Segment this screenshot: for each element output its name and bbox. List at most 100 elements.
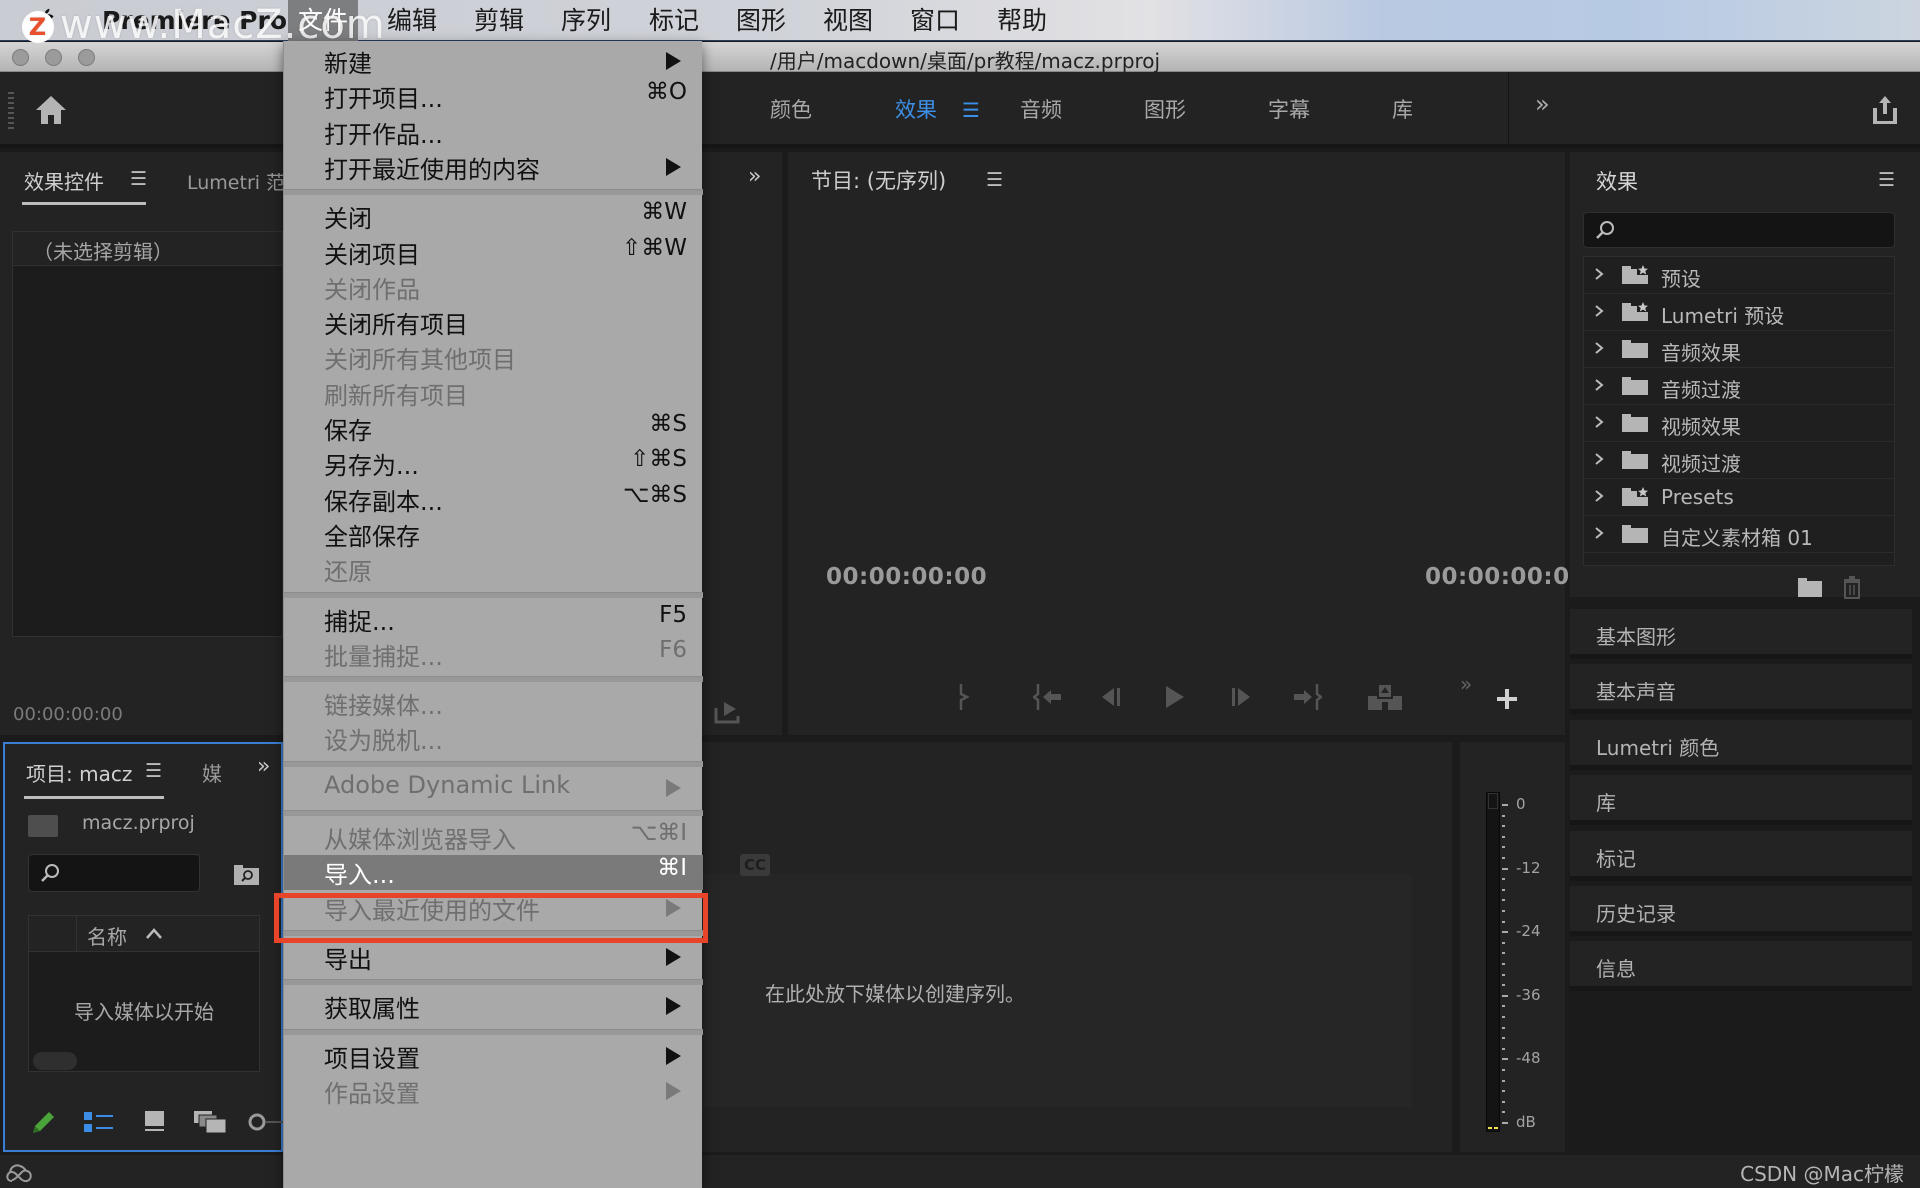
menu-window[interactable]: 窗口: [900, 0, 970, 41]
menu-item[interactable]: 另存为... ⇧⌘S: [284, 446, 703, 481]
collapsed-panel[interactable]: 基本图形: [1570, 609, 1912, 659]
effects-tree-item[interactable]: Lumetri 预设: [1584, 294, 1894, 331]
export-frame-icon[interactable]: [714, 700, 742, 724]
zoom-window-button[interactable]: [78, 49, 95, 66]
peak-indicator[interactable]: [1488, 793, 1498, 809]
menu-sequence[interactable]: 序列: [551, 0, 621, 41]
collapsed-panel[interactable]: 标记: [1570, 831, 1912, 881]
menu-item[interactable]: 保存副本... ⌥⌘S: [284, 482, 703, 517]
step-back-icon[interactable]: [1098, 682, 1124, 712]
workspace-tab-audio[interactable]: 音频: [1020, 94, 1062, 124]
zoom-slider[interactable]: [247, 1108, 283, 1136]
panel-overflow-button[interactable]: »: [257, 754, 270, 779]
menu-item[interactable]: 捕捉... F5: [284, 602, 703, 637]
chevron-right-icon[interactable]: [1594, 304, 1604, 318]
collapsed-panel[interactable]: 信息: [1570, 941, 1912, 991]
menu-item[interactable]: 导出: [284, 940, 703, 975]
menu-item[interactable]: 关闭所有项目: [284, 305, 703, 340]
menu-item[interactable]: 全部保存: [284, 517, 703, 552]
menu-item[interactable]: 打开项目... ⌘O: [284, 79, 703, 114]
horizontal-scrollbar[interactable]: [33, 1052, 77, 1070]
workspace-tab-libraries[interactable]: 库: [1392, 94, 1413, 124]
chevron-right-icon[interactable]: [1594, 489, 1604, 503]
chevron-right-icon[interactable]: [1594, 415, 1604, 429]
menu-item[interactable]: 打开最近使用的内容: [284, 150, 703, 185]
effects-tree-item[interactable]: 音频过渡: [1584, 368, 1894, 405]
menu-markers[interactable]: 标记: [639, 0, 709, 41]
effects-tree-item[interactable]: 视频效果: [1584, 405, 1894, 442]
creative-cloud-icon[interactable]: [4, 1161, 34, 1185]
minimize-window-button[interactable]: [45, 49, 62, 66]
step-forward-icon[interactable]: [1228, 682, 1254, 712]
effects-tree-item[interactable]: Presets: [1584, 479, 1894, 516]
menu-edit[interactable]: 编辑: [377, 0, 447, 41]
playhead-timecode[interactable]: 00:00:00:00: [826, 564, 987, 590]
collapsed-panel[interactable]: 历史记录: [1570, 886, 1912, 936]
menu-graphics[interactable]: 图形: [726, 0, 796, 41]
panel-menu-icon[interactable]: ☰: [1878, 169, 1895, 191]
workspace-tab-graphics[interactable]: 图形: [1144, 94, 1186, 124]
project-search-input[interactable]: [28, 854, 200, 892]
collapsed-panel[interactable]: 库: [1570, 775, 1912, 825]
button-overflow-icon[interactable]: »: [1460, 672, 1472, 696]
effects-tree-item[interactable]: 视频过渡: [1584, 442, 1894, 479]
go-to-out-icon[interactable]: [1290, 682, 1322, 712]
freeform-view-icon[interactable]: [193, 1108, 229, 1136]
panel-menu-icon[interactable]: ☰: [145, 760, 162, 782]
panel-menu-icon[interactable]: ☰: [986, 169, 1003, 191]
menu-item[interactable]: 关闭项目 ⇧⌘W: [284, 235, 703, 270]
effects-search-input[interactable]: [1583, 212, 1895, 248]
chevron-right-icon[interactable]: [1594, 341, 1604, 355]
column-separator[interactable]: [76, 916, 77, 952]
lift-icon[interactable]: [1366, 682, 1404, 712]
drag-grip-icon[interactable]: [8, 92, 14, 130]
captions-icon[interactable]: CC: [740, 854, 770, 876]
effects-panel-title[interactable]: 效果: [1596, 166, 1638, 196]
menu-view[interactable]: 视图: [813, 0, 883, 41]
menu-item[interactable]: 新建: [284, 44, 703, 79]
find-bin-icon[interactable]: [233, 864, 260, 886]
list-view-icon[interactable]: [83, 1108, 115, 1136]
menu-clip[interactable]: 剪辑: [464, 0, 534, 41]
menu-item[interactable]: 获取属性: [284, 989, 703, 1024]
effects-tree-item[interactable]: 预设: [1584, 257, 1894, 294]
pencil-icon[interactable]: [29, 1108, 57, 1136]
mark-out-icon[interactable]: [958, 682, 972, 712]
column-header-name[interactable]: 名称: [87, 921, 127, 950]
effects-tree-item[interactable]: 自定义素材箱 01: [1584, 516, 1894, 553]
icon-view-icon[interactable]: [143, 1108, 167, 1136]
panel-menu-icon[interactable]: ☰: [130, 168, 147, 190]
menu-item[interactable]: 打开作品...: [284, 115, 703, 150]
new-bin-icon[interactable]: [1797, 577, 1823, 598]
effect-controls-timecode[interactable]: 00:00:00:00: [13, 704, 123, 725]
sort-ascending-icon[interactable]: [145, 926, 163, 940]
menu-help[interactable]: 帮助: [987, 0, 1057, 41]
chevron-right-icon[interactable]: [1594, 267, 1604, 281]
play-icon[interactable]: [1162, 682, 1188, 712]
menu-item[interactable]: 关闭 ⌘W: [284, 199, 703, 234]
menu-item[interactable]: 项目设置: [284, 1039, 703, 1074]
program-monitor-title[interactable]: 节目: (无序列): [811, 165, 946, 195]
workspace-tab-captions[interactable]: 字幕: [1268, 94, 1310, 124]
go-to-in-icon[interactable]: [1033, 682, 1065, 712]
tab-lumetri-scopes[interactable]: Lumetri 范: [187, 168, 285, 195]
panel-overflow-button[interactable]: »: [748, 164, 761, 189]
trash-icon[interactable]: [1842, 575, 1862, 599]
effects-tree-item[interactable]: 音频效果: [1584, 331, 1894, 368]
menu-item[interactable]: 保存 ⌘S: [284, 411, 703, 446]
tab-media-browser[interactable]: 媒: [202, 758, 222, 787]
close-window-button[interactable]: [12, 49, 29, 66]
chevron-right-icon[interactable]: [1594, 526, 1604, 540]
chevron-right-icon[interactable]: [1594, 452, 1604, 466]
tab-project[interactable]: 项目: macz: [26, 758, 132, 787]
button-editor-plus-icon[interactable]: [1496, 688, 1518, 710]
workspace-menu-icon[interactable]: ☰: [962, 98, 980, 122]
tab-effect-controls[interactable]: 效果控件: [24, 166, 104, 195]
share-icon[interactable]: [1870, 94, 1900, 126]
menu-item[interactable]: 导入... ⌘I: [284, 855, 703, 891]
collapsed-panel[interactable]: 基本声音: [1570, 664, 1912, 714]
home-icon[interactable]: [34, 94, 68, 126]
workspace-tab-color[interactable]: 颜色: [770, 94, 812, 124]
chevron-right-icon[interactable]: [1594, 378, 1604, 392]
collapsed-panel[interactable]: Lumetri 颜色: [1570, 720, 1912, 770]
